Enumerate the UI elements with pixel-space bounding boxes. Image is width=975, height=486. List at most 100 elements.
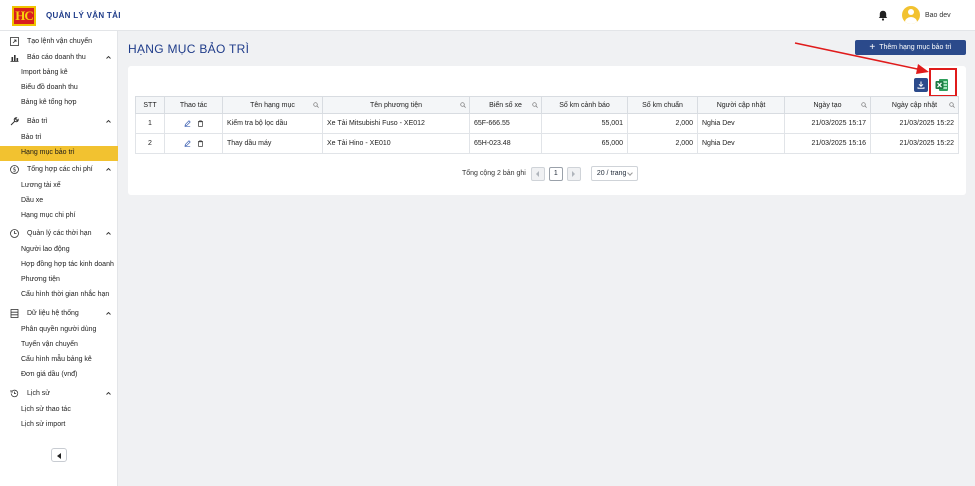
sidebar-group-label: Quản lý các thời hạn: [27, 230, 92, 237]
column-header: Số km cảnh báo: [541, 96, 628, 114]
cell-updated-by: Nghia Dev: [697, 113, 785, 134]
column-header: Người cập nhật: [697, 96, 785, 114]
column-header-label: Tên hạng mục: [250, 101, 295, 109]
sidebar-item[interactable]: Dầu xe: [0, 194, 118, 209]
column-search-icon[interactable]: [861, 102, 867, 108]
column-header: Ngày tạo: [784, 96, 871, 114]
prev-page-button[interactable]: [530, 166, 545, 181]
sidebar-item-label: Phân quyền người dùng: [21, 326, 97, 333]
chevron-up-icon: [105, 118, 112, 125]
sidebar-item-label: Lịch sử import: [21, 421, 66, 428]
add-maintenance-item-button[interactable]: + Thêm hạng mục bảo trì: [855, 40, 966, 55]
sidebar-item[interactable]: Hạng mục bảo trì: [0, 146, 118, 161]
user-name[interactable]: Bao dev: [925, 12, 951, 19]
column-search-icon[interactable]: [313, 102, 319, 108]
column-header: Số km chuẩn: [627, 96, 698, 114]
sidebar-group[interactable]: Quản lý các thời hạn: [0, 226, 118, 242]
database-icon: [10, 309, 19, 318]
sidebar-item-label: Cấu hình thời gian nhắc hạn: [21, 291, 110, 298]
page-title: HẠNG MỤC BẢO TRÌ: [128, 42, 250, 56]
edit-icon[interactable]: [184, 120, 191, 127]
row-actions: [164, 133, 223, 154]
sidebar-item[interactable]: Phương tiện: [0, 273, 118, 288]
sidebar-item-label: Lương tài xế: [21, 182, 61, 189]
delete-icon[interactable]: [197, 140, 204, 147]
sidebar-item-label: Bảng kê tổng hợp: [21, 99, 77, 106]
column-header: Tên hạng mục: [222, 96, 323, 114]
sidebar-group-label: Tổng hợp các chi phí: [27, 166, 93, 173]
sidebar-group[interactable]: Báo cáo doanh thu: [0, 50, 118, 66]
column-search-icon[interactable]: [949, 102, 955, 108]
edit-icon[interactable]: [184, 140, 191, 147]
sidebar-item-label: Lịch sử thao tác: [21, 406, 71, 413]
sidebar-item[interactable]: Hợp đồng hợp tác kinh doanh: [0, 258, 118, 273]
chevron-up-icon: [105, 54, 112, 61]
sidebar-group[interactable]: Lịch sử: [0, 386, 118, 402]
sidebar-group-label: Tạo lệnh vận chuyển: [27, 38, 92, 45]
sidebar-group[interactable]: Dữ liệu hệ thống: [0, 306, 118, 322]
download-icon: [917, 81, 925, 89]
cell-std-km: 2,000: [627, 113, 698, 134]
pagination-total: Tổng cộng 2 bản ghi: [462, 170, 526, 177]
table-header-row: STT Thao tác Tên hạng mục Tên phương tiện Bi…: [135, 96, 959, 114]
sidebar-item-label: Người lao động: [21, 246, 70, 253]
cell-updated: 21/03/2025 15:22: [870, 113, 959, 134]
table-body: 1 Kiểm tra bộ lọc dầu Xe Tải Mitsubishi Fu…: [135, 113, 959, 154]
column-search-icon[interactable]: [460, 102, 466, 108]
sidebar-item[interactable]: Đơn giá dầu (vnđ): [0, 368, 118, 383]
column-header-label: Thao tác: [179, 101, 208, 109]
app-logo[interactable]: HC: [12, 6, 36, 26]
sidebar-item[interactable]: Biểu đồ doanh thu: [0, 81, 118, 96]
collapse-sidebar-button[interactable]: [51, 448, 67, 462]
dollar-icon: $: [10, 165, 19, 174]
cell-warn-km: 65,000: [541, 133, 628, 154]
sidebar-group[interactable]: $ Tổng hợp các chi phí: [0, 162, 118, 178]
chevron-up-icon: [105, 310, 112, 317]
sidebar-item-label: Tuyến vận chuyển: [21, 341, 78, 348]
sidebar-item[interactable]: Bảng kê tổng hợp: [0, 96, 118, 111]
sidebar-item[interactable]: Tuyến vận chuyển: [0, 338, 118, 353]
sidebar-item[interactable]: Lịch sử import: [0, 418, 118, 433]
sidebar-item[interactable]: Cấu hình mẫu bảng kê: [0, 353, 118, 368]
bell-icon[interactable]: [878, 10, 888, 21]
sidebar-item[interactable]: Cấu hình thời gian nhắc hạn: [0, 288, 118, 303]
sidebar-item-label: Bảo trì: [21, 134, 42, 141]
cell-name: Thay dầu máy: [222, 133, 323, 154]
column-header-label: Ngày cập nhật: [891, 101, 938, 109]
sidebar: Tạo lệnh vận chuyển Báo cáo doanh thu Impo…: [0, 31, 118, 486]
sidebar-item-label: Đơn giá dầu (vnđ): [21, 371, 78, 378]
row-actions: [164, 113, 223, 134]
column-header: STT: [135, 96, 165, 114]
page-size-select[interactable]: 20 / trang: [590, 166, 638, 181]
column-header-label: Biển số xe: [489, 101, 522, 109]
next-page-button[interactable]: [566, 166, 581, 181]
sidebar-item[interactable]: Người lao động: [0, 243, 118, 258]
cell-updated-by: Nghia Dev: [697, 133, 785, 154]
sidebar-item[interactable]: Phân quyền người dùng: [0, 323, 118, 338]
download-button[interactable]: [914, 78, 928, 92]
app-title: QUẢN LÝ VẬN TẢI: [46, 11, 121, 20]
sidebar-item[interactable]: Lịch sử thao tác: [0, 403, 118, 418]
user-avatar[interactable]: [902, 6, 920, 24]
column-header: Tên phương tiện: [322, 96, 470, 114]
sidebar-item[interactable]: Import bảng kê: [0, 66, 118, 81]
sidebar-group[interactable]: Tạo lệnh vận chuyển: [0, 34, 118, 50]
plus-icon: +: [869, 41, 876, 53]
sidebar-item[interactable]: Bảo trì: [0, 131, 118, 146]
cell-stt: 1: [135, 113, 165, 134]
sidebar-item[interactable]: Lương tài xế: [0, 179, 118, 194]
cell-stt: 2: [135, 133, 165, 154]
column-search-icon[interactable]: [532, 102, 538, 108]
chart-icon: [10, 53, 19, 62]
sidebar-group[interactable]: Bảo trì: [0, 114, 118, 130]
chevron-up-icon: [105, 390, 112, 397]
cell-created: 21/03/2025 15:17: [784, 113, 871, 134]
column-header-label: Tên phương tiện: [369, 101, 423, 109]
column-header-label: Ngày tạo: [813, 101, 842, 109]
page-button-current[interactable]: 1: [548, 166, 563, 181]
sidebar-item[interactable]: Hạng mục chi phí: [0, 209, 118, 224]
delete-icon[interactable]: [197, 120, 204, 127]
column-header: Ngày cập nhật: [870, 96, 959, 114]
wrench-icon: [10, 117, 19, 126]
table-row: 1 Kiểm tra bộ lọc dầu Xe Tải Mitsubishi Fu…: [135, 113, 959, 134]
